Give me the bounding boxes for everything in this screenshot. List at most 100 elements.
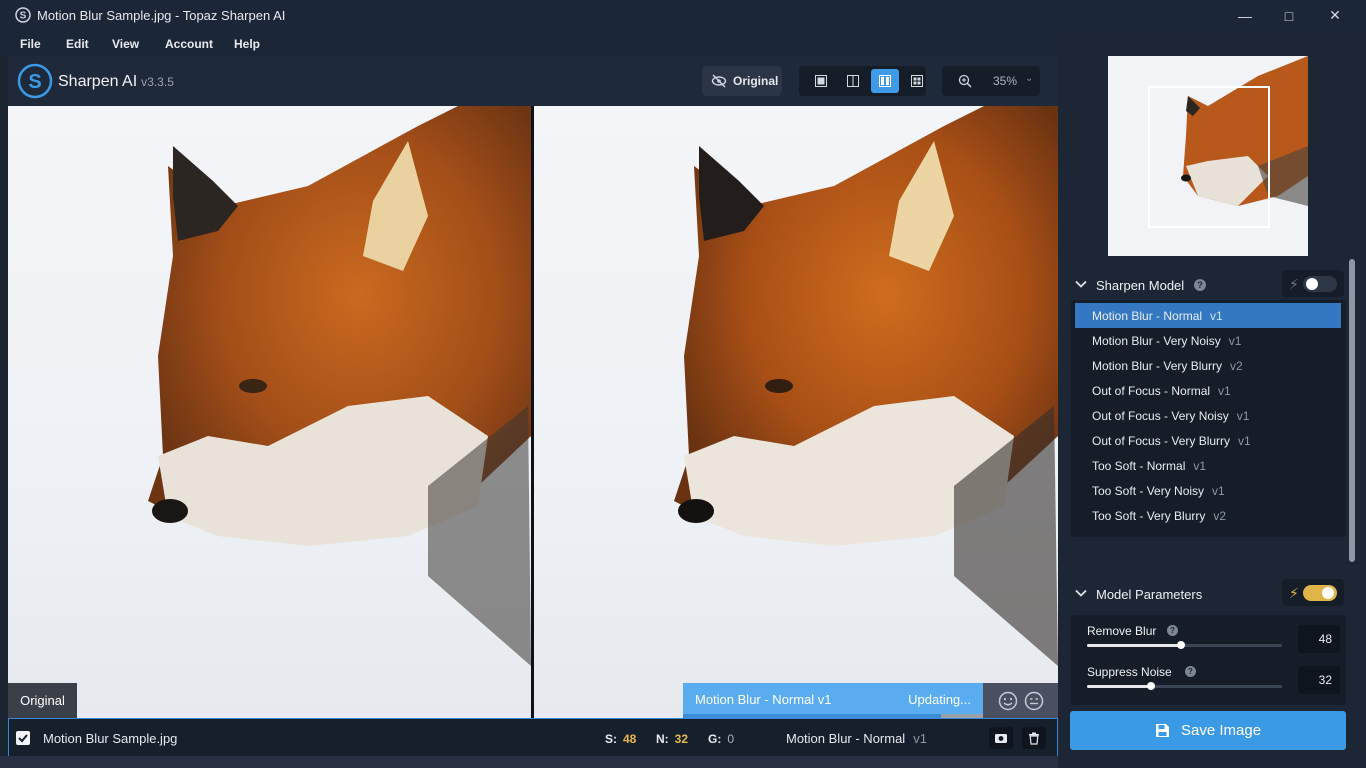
file-bar: Motion Blur Sample.jpg S: 48 N: 32 G: 0 Mot… bbox=[8, 718, 1058, 758]
navigator-viewport[interactable] bbox=[1148, 86, 1270, 228]
model-item-motion-blur-very-blurry[interactable]: Motion Blur - Very Blurry v2 bbox=[1075, 353, 1341, 378]
model-name: Out of Focus - Normal bbox=[1092, 384, 1211, 398]
zoom-control[interactable]: 35% ⌄ bbox=[942, 66, 1040, 96]
status-text: Updating... bbox=[908, 692, 971, 707]
slider-thumb[interactable] bbox=[1147, 682, 1156, 690]
menu-help[interactable]: Help bbox=[234, 37, 260, 51]
fox-image-preview bbox=[674, 106, 1058, 666]
svg-text:S: S bbox=[28, 71, 41, 93]
help-icon[interactable]: ? bbox=[1167, 625, 1178, 636]
file-model: Motion Blur - Normal v1 bbox=[786, 731, 927, 746]
app-name: Sharpen AI bbox=[58, 73, 138, 90]
menu-file[interactable]: File bbox=[20, 37, 41, 51]
model-parameters-header[interactable]: Model Parameters ⚡︎ bbox=[1071, 579, 1346, 609]
original-pane[interactable] bbox=[8, 106, 531, 718]
model-item-too-soft-very-noisy[interactable]: Too Soft - Very Noisy v1 bbox=[1075, 478, 1341, 503]
close-icon[interactable]: ✕ bbox=[1312, 0, 1358, 31]
model-name: Too Soft - Normal bbox=[1092, 459, 1186, 473]
trash-icon[interactable] bbox=[1022, 727, 1046, 749]
model-name: Motion Blur - Very Noisy bbox=[1092, 334, 1221, 348]
menu-edit[interactable]: Edit bbox=[66, 37, 89, 51]
model-version: v1 bbox=[1212, 484, 1225, 498]
remove-blur-slider[interactable] bbox=[1087, 641, 1282, 649]
panel-scrollbar[interactable] bbox=[1349, 259, 1355, 562]
quad-view-icon[interactable] bbox=[903, 69, 931, 93]
remove-blur-value[interactable]: 48 bbox=[1298, 625, 1340, 653]
slider-fill bbox=[1087, 644, 1181, 647]
sharpen-stat: S: 48 bbox=[605, 732, 636, 746]
lightning-icon: ⚡︎ bbox=[1289, 276, 1299, 292]
single-view-icon[interactable] bbox=[807, 69, 835, 93]
smile-face-icon[interactable] bbox=[998, 691, 1018, 711]
model-version: v1 bbox=[1193, 459, 1207, 473]
help-icon[interactable]: ? bbox=[1194, 279, 1206, 291]
preview-camera-icon[interactable] bbox=[989, 727, 1013, 749]
neutral-face-icon[interactable] bbox=[1024, 691, 1044, 711]
menu-account[interactable]: Account bbox=[165, 37, 213, 51]
save-image-label: Save Image bbox=[1181, 722, 1262, 739]
model-list: Motion Blur - Normal v1 Motion Blur - Ver… bbox=[1071, 300, 1346, 537]
model-version: v2 bbox=[1230, 359, 1243, 373]
suppress-noise-value[interactable]: 32 bbox=[1298, 666, 1340, 694]
parameters-panel: Remove Blur ? 48 Suppress Noise ? 32 bbox=[1071, 615, 1346, 705]
model-item-out-of-focus-very-noisy[interactable]: Out of Focus - Very Noisy v1 bbox=[1075, 403, 1341, 428]
menu-view[interactable]: View bbox=[112, 37, 139, 51]
zoom-level: 35% bbox=[993, 74, 1018, 88]
minimize-icon[interactable]: — bbox=[1222, 0, 1268, 31]
model-version: v1 bbox=[1210, 309, 1223, 323]
model-name: Motion Blur - Very Blurry bbox=[1092, 359, 1223, 373]
model-name: Out of Focus - Very Noisy bbox=[1092, 409, 1229, 423]
preview-pane[interactable] bbox=[534, 106, 1058, 718]
auto-parameters-toggle[interactable]: ⚡︎ bbox=[1282, 579, 1344, 606]
model-version: v1 bbox=[1228, 334, 1242, 348]
file-checkbox[interactable] bbox=[16, 731, 30, 745]
g-value: 0 bbox=[727, 732, 735, 746]
model-version: v1 bbox=[1218, 384, 1231, 398]
model-name: Too Soft - Very Blurry bbox=[1092, 509, 1206, 523]
floppy-disk-icon bbox=[1156, 724, 1169, 737]
help-icon[interactable]: ? bbox=[1185, 666, 1196, 677]
auto-model-toggle[interactable]: ⚡︎ bbox=[1282, 270, 1344, 297]
feedback-group bbox=[983, 683, 1058, 718]
side-by-side-icon[interactable] bbox=[871, 69, 899, 93]
model-item-out-of-focus-very-blurry[interactable]: Out of Focus - Very Blurry v1 bbox=[1075, 428, 1341, 453]
model-item-motion-blur-normal[interactable]: Motion Blur - Normal v1 bbox=[1075, 303, 1341, 328]
file-model-version: v1 bbox=[913, 731, 927, 746]
slider-fill bbox=[1087, 685, 1152, 688]
eye-slash-icon bbox=[711, 74, 727, 88]
checkmark-icon bbox=[18, 734, 28, 743]
sharpen-model-header[interactable]: Sharpen Model ? ⚡︎ bbox=[1071, 270, 1346, 300]
model-name: Out of Focus - Very Blurry bbox=[1092, 434, 1231, 448]
model-item-too-soft-very-blurry[interactable]: Too Soft - Very Blurry v2 bbox=[1075, 503, 1341, 528]
window-title: Motion Blur Sample.jpg - Topaz Sharpen A… bbox=[37, 8, 286, 23]
model-item-out-of-focus-normal[interactable]: Out of Focus - Normal v1 bbox=[1075, 378, 1341, 403]
taskbar-strip bbox=[0, 756, 1058, 768]
model-name: Too Soft - Very Noisy bbox=[1092, 484, 1205, 498]
model-item-too-soft-normal[interactable]: Too Soft - Normal v1 bbox=[1075, 453, 1341, 478]
model-version: v1 bbox=[1238, 434, 1251, 448]
view-mode-group bbox=[799, 66, 926, 96]
lightning-icon: ⚡︎ bbox=[1289, 585, 1299, 601]
processing-status: Motion Blur - Normal v1 Updating... bbox=[683, 683, 983, 718]
maximize-icon[interactable]: □ bbox=[1266, 0, 1312, 31]
zoom-icon bbox=[958, 74, 972, 88]
suppress-noise-param: Suppress Noise ? 32 bbox=[1087, 662, 1342, 702]
fox-image-original bbox=[148, 106, 531, 666]
suppress-noise-slider[interactable] bbox=[1087, 682, 1282, 690]
image-canvas[interactable]: Original Motion Blur - Normal v1 Updatin… bbox=[8, 106, 1058, 718]
app-version: v3.3.5 bbox=[141, 75, 174, 89]
slider-thumb[interactable] bbox=[1176, 641, 1185, 649]
chevron-down-icon bbox=[1075, 280, 1087, 288]
navigator-thumbnail[interactable] bbox=[1108, 56, 1308, 256]
split-view-icon[interactable] bbox=[839, 69, 867, 93]
topaz-app-icon: S bbox=[15, 7, 31, 23]
g-label: G: bbox=[708, 732, 722, 746]
grain-stat: G: 0 bbox=[708, 732, 734, 746]
show-original-button[interactable]: Original bbox=[702, 66, 782, 96]
original-label: Original bbox=[733, 74, 779, 88]
n-value: 32 bbox=[674, 732, 689, 746]
model-item-motion-blur-very-noisy[interactable]: Motion Blur - Very Noisy v1 bbox=[1075, 328, 1341, 353]
right-panel: Sharpen Model ? ⚡︎ Motion Blur - Normal v… bbox=[1058, 31, 1366, 768]
app-window: S Motion Blur Sample.jpg - Topaz Sharpen… bbox=[0, 0, 1366, 768]
save-image-button[interactable]: Save Image bbox=[1070, 711, 1346, 750]
